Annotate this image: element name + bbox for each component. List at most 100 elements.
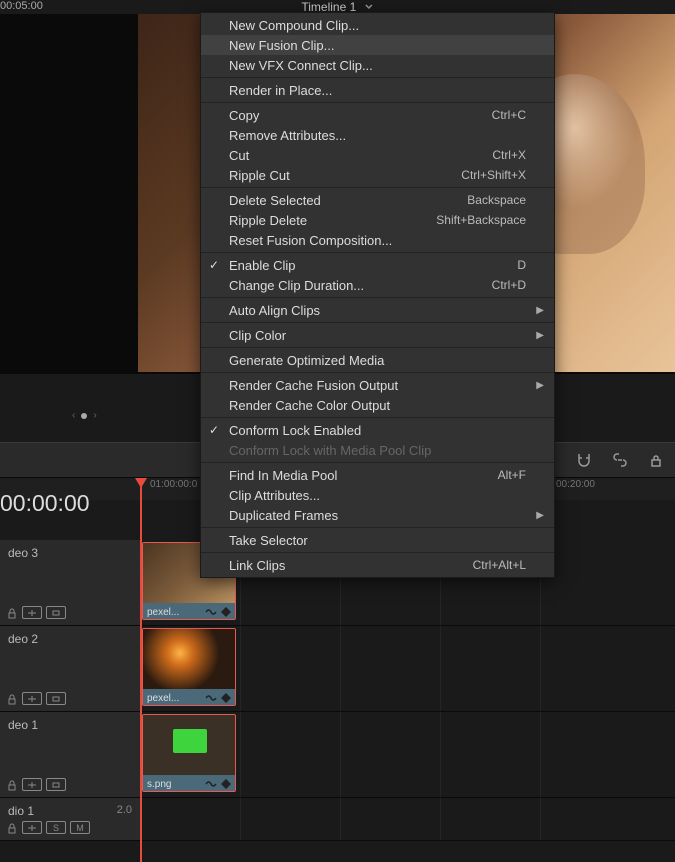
track-label: deo 2 [8,632,132,646]
nav-dot[interactable] [81,413,87,419]
menu-item-label: Enable Clip [229,258,296,273]
menu-item[interactable]: Ripple CutCtrl+Shift+X [201,165,554,185]
menu-item-label: Clip Color [229,328,286,343]
menu-item[interactable]: New Fusion Clip... [201,35,554,55]
lock-icon[interactable] [647,451,665,469]
track-label: dio 1 [8,804,132,818]
menu-item-label: Ripple Cut [229,168,290,183]
menu-item[interactable]: Reset Fusion Composition... [201,230,554,250]
menu-item[interactable]: ✓Conform Lock Enabled [201,420,554,440]
video-track-1: deo 1 s.png [0,712,675,798]
track-label: deo 3 [8,546,132,560]
chevron-right-icon: ▶ [536,305,544,316]
link-icon[interactable] [611,451,629,469]
nav-next-icon[interactable]: › [93,410,96,421]
menu-item[interactable]: CutCtrl+X [201,145,554,165]
menu-shortcut: Backspace [467,193,526,207]
mute-button[interactable]: M [70,821,90,834]
menu-item[interactable]: Generate Optimized Media [201,350,554,370]
solo-button[interactable]: S [46,821,66,834]
lock-icon[interactable] [6,822,18,834]
menu-item-label: New Compound Clip... [229,18,359,33]
auto-select-toggle[interactable] [22,821,42,834]
menu-item[interactable]: ✓Enable ClipD [201,255,554,275]
menu-item[interactable]: Remove Attributes... [201,125,554,145]
keyframe-icon [221,779,231,789]
menu-item[interactable]: Change Clip Duration...Ctrl+D [201,275,554,295]
fx-icon [205,607,217,617]
clip[interactable]: s.png [142,714,236,792]
viewer-timecode: 00:05:00 [0,0,43,12]
menu-separator [201,322,554,323]
menu-item-label: Ripple Delete [229,213,307,228]
menu-item-label: Find In Media Pool [229,468,337,483]
menu-item-label: Take Selector [229,533,308,548]
menu-separator [201,417,554,418]
lock-icon[interactable] [6,607,18,619]
chevron-right-icon: ▶ [536,380,544,391]
clip-name: s.png [147,779,201,790]
menu-shortcut: Ctrl+D [492,278,526,292]
audio-track-1: dio 1 2.0 S M [0,798,675,841]
track-enable-toggle[interactable] [46,692,66,705]
menu-item[interactable]: New Compound Clip... [201,15,554,35]
menu-item-label: Conform Lock with Media Pool Clip [229,443,431,458]
auto-select-toggle[interactable] [22,778,42,791]
viewer-nav: ‹ › [72,410,97,421]
menu-item-label: Remove Attributes... [229,128,346,143]
auto-select-toggle[interactable] [22,692,42,705]
menu-item[interactable]: Link Clips Ctrl+Alt+L [201,555,554,575]
menu-item[interactable]: Delete SelectedBackspace [201,190,554,210]
playhead[interactable] [140,478,142,862]
menu-item[interactable]: Render Cache Fusion Output▶ [201,375,554,395]
menu-item-label: Clip Attributes... [229,488,320,503]
menu-item[interactable]: Clip Color ▶ [201,325,554,345]
menu-item[interactable]: Clip Attributes... [201,485,554,505]
menu-separator [201,187,554,188]
fx-icon [205,693,217,703]
menu-item: Conform Lock with Media Pool Clip [201,440,554,460]
menu-shortcut: Ctrl+C [492,108,526,122]
lock-icon[interactable] [6,693,18,705]
menu-item-label: Link Clips [229,558,285,573]
menu-item[interactable]: Copy Ctrl+C [201,105,554,125]
chevron-right-icon: ▶ [536,330,544,341]
menu-item[interactable]: Take Selector [201,530,554,550]
menu-shortcut: Ctrl+Alt+L [473,558,526,572]
tracks-panel: deo 3 pexel... deo 2 [0,540,675,862]
menu-item[interactable]: Ripple DeleteShift+Backspace [201,210,554,230]
menu-item-label: Copy [229,108,259,123]
menu-separator [201,552,554,553]
track-enable-toggle[interactable] [46,778,66,791]
track-header[interactable]: dio 1 2.0 S M [0,798,140,840]
track-content[interactable]: pexel... [140,626,675,711]
clip-name: pexel... [147,693,201,704]
track-header[interactable]: deo 1 [0,712,140,797]
nav-prev-icon[interactable]: ‹ [72,410,75,421]
menu-separator [201,527,554,528]
menu-item[interactable]: Render in Place... [201,80,554,100]
ruler-tick-label: 01:00:00:0 [150,479,197,490]
track-content[interactable] [140,798,675,840]
track-channel-count: 2.0 [117,804,132,816]
menu-item[interactable]: Duplicated Frames ▶ [201,505,554,525]
ruler-tick-label: 00:20:00 [556,479,595,490]
chevron-right-icon: ▶ [536,510,544,521]
timeline-timecode[interactable]: 00:00:00 [0,490,90,517]
menu-item[interactable]: Find In Media PoolAlt+F [201,465,554,485]
menu-item[interactable]: Auto Align Clips▶ [201,300,554,320]
magnet-icon[interactable] [575,451,593,469]
lock-icon[interactable] [6,779,18,791]
check-icon: ✓ [209,423,219,437]
menu-item-label: Duplicated Frames [229,508,338,523]
track-content[interactable]: s.png [140,712,675,797]
menu-item[interactable]: Render Cache Color Output [201,395,554,415]
track-header[interactable]: deo 3 [0,540,140,625]
track-enable-toggle[interactable] [46,606,66,619]
clip-context-menu: New Compound Clip... New Fusion Clip...Ne… [200,12,555,578]
track-header[interactable]: deo 2 [0,626,140,711]
menu-item-label: Render Cache Color Output [229,398,390,413]
clip[interactable]: pexel... [142,628,236,706]
auto-select-toggle[interactable] [22,606,42,619]
menu-item[interactable]: New VFX Connect Clip... [201,55,554,75]
